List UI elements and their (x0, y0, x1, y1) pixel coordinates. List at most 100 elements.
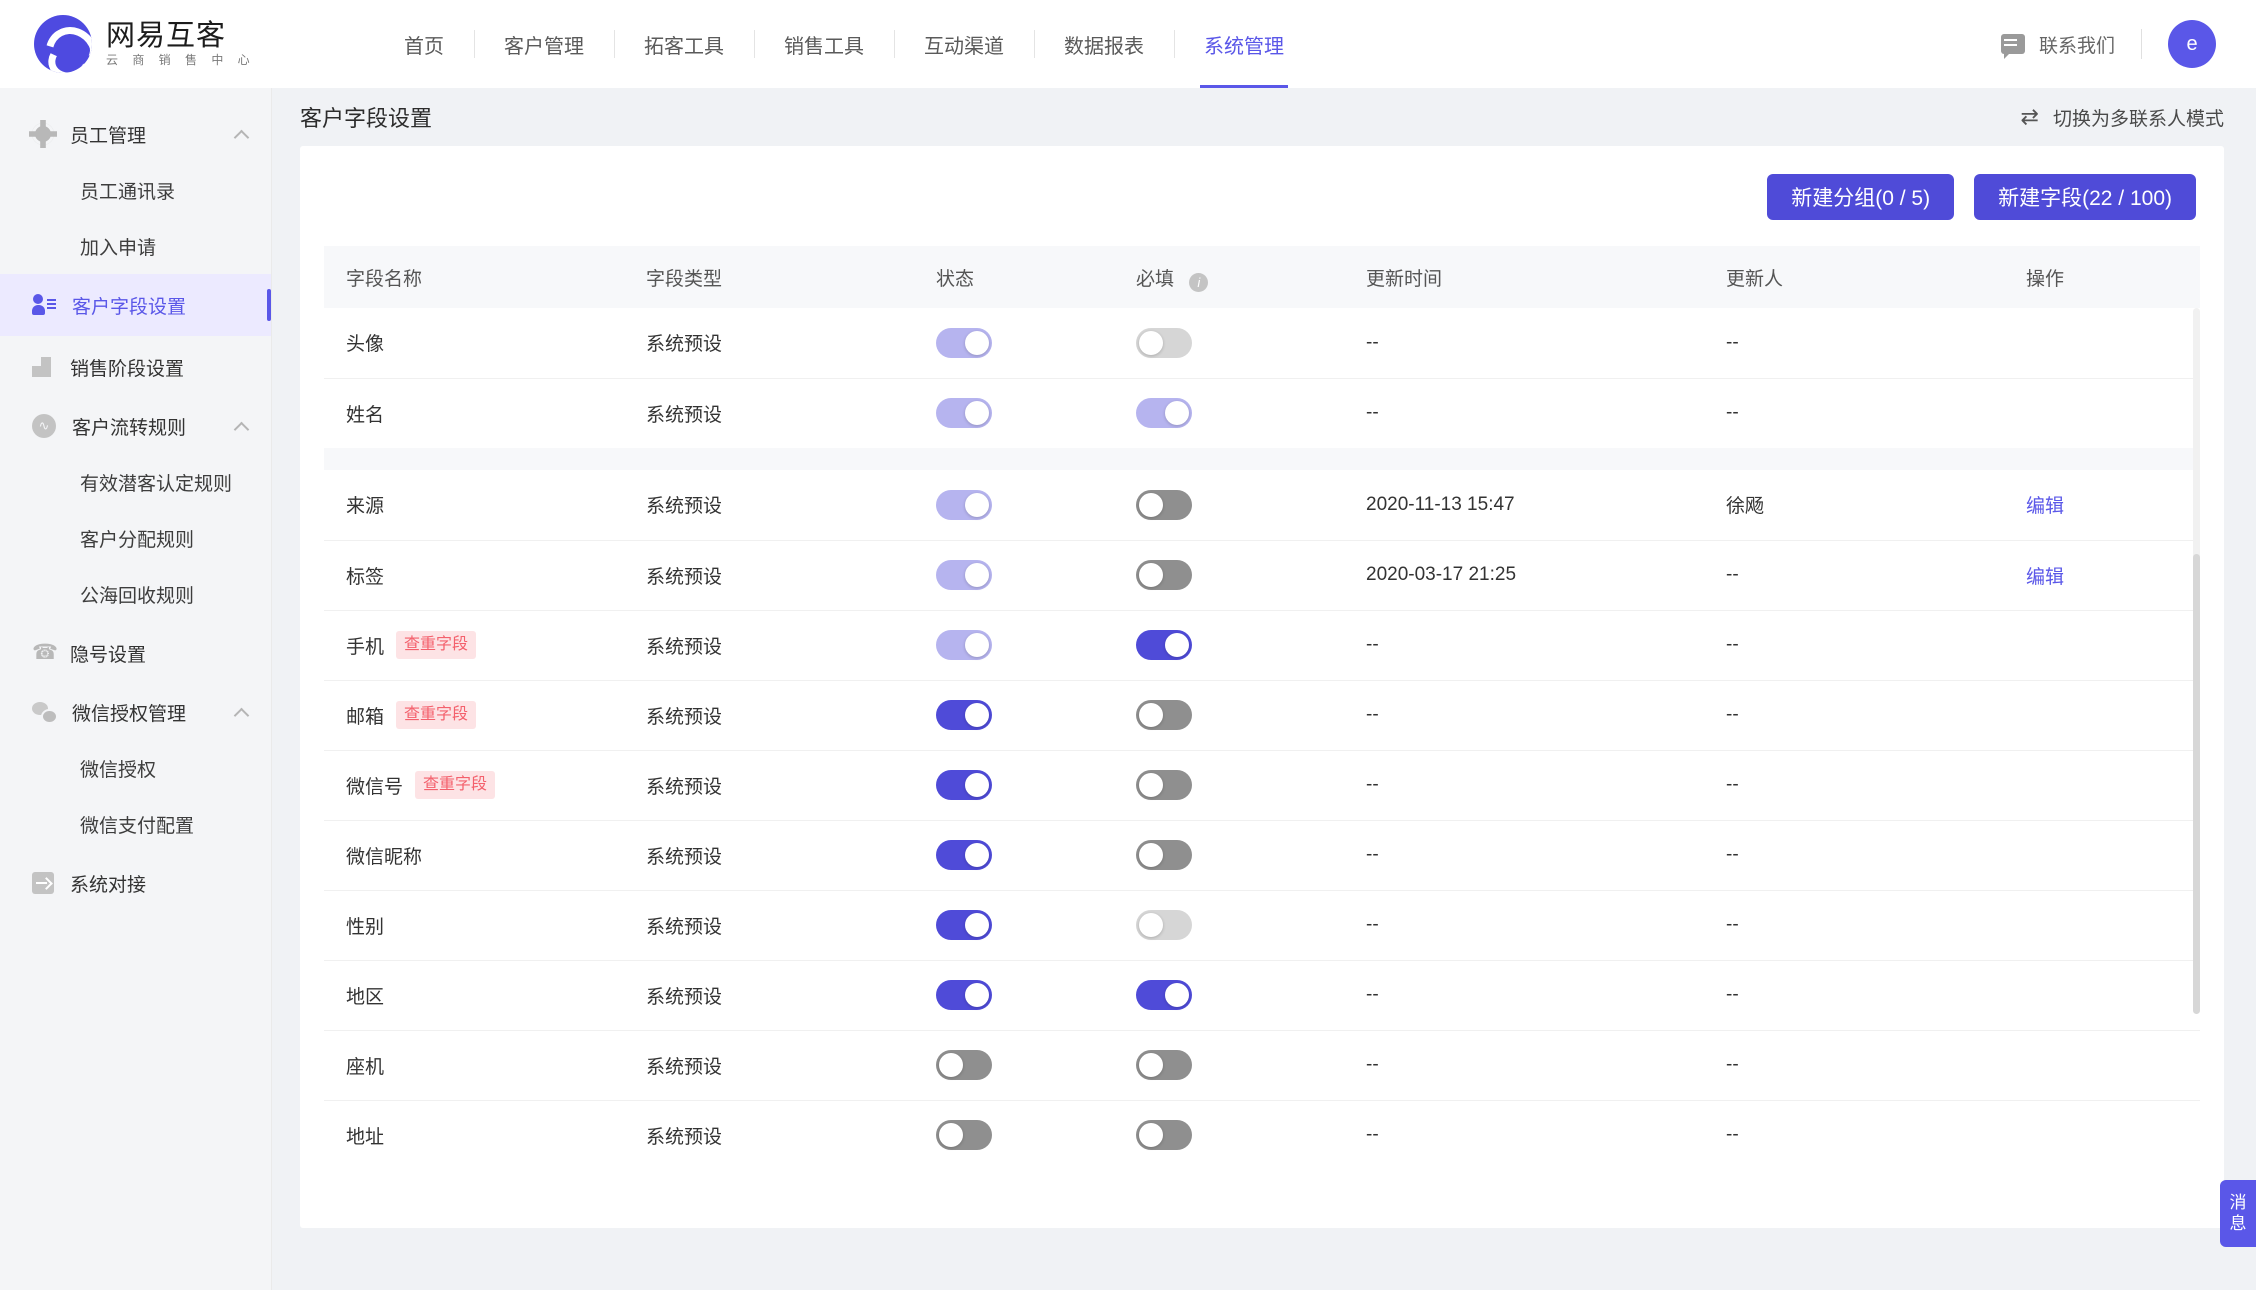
table-body: 头像系统预设----姓名系统预设----来源系统预设2020-11-13 15:… (324, 308, 2200, 1170)
sidebar-group-staff-management[interactable]: 员工管理 (0, 106, 271, 162)
toggle-knob (965, 843, 989, 867)
cell-required (1114, 308, 1344, 378)
col-updated-by: 更新人 (1704, 246, 2004, 308)
new-group-button[interactable]: 新建分组(0 / 5) (1767, 174, 1954, 220)
toggle-on[interactable] (936, 840, 992, 870)
nav-item-acquisition-tools[interactable]: 拓客工具 (614, 0, 754, 88)
col-required-label: 必填 (1136, 269, 1174, 290)
toggle-off[interactable] (936, 1050, 992, 1080)
toggle-knob (965, 401, 989, 425)
cell-field-name: 微信号查重字段 (324, 750, 624, 820)
toggle-off[interactable] (1136, 490, 1192, 520)
toggle-knob (965, 633, 989, 657)
contact-us-button[interactable]: 联系我们 (2001, 31, 2141, 58)
dedupe-badge: 查重字段 (396, 631, 476, 658)
sidebar-item-wechat-auth[interactable]: 微信授权 (0, 740, 271, 796)
cell-status (914, 680, 1114, 750)
toggle-knob (965, 331, 989, 355)
toggle-knob (965, 913, 989, 937)
toggle-on[interactable] (936, 770, 992, 800)
col-field-name: 字段名称 (324, 246, 624, 308)
nav-item-system-management[interactable]: 系统管理 (1174, 0, 1314, 88)
sidebar-group-customer-flow-rules[interactable]: ∿ 客户流转规则 (0, 398, 271, 454)
toggle-off[interactable] (1136, 700, 1192, 730)
sidebar-item-valid-lead-rule[interactable]: 有效潜客认定规则 (0, 454, 271, 510)
toggle-on[interactable] (936, 700, 992, 730)
toggle-on[interactable] (1136, 980, 1192, 1010)
toggle-knob (939, 1053, 963, 1077)
edit-link[interactable]: 编辑 (2026, 567, 2064, 588)
cell-updated-by: -- (1704, 960, 2004, 1030)
sidebar-item-sales-stage-settings[interactable]: 销售阶段设置 (0, 336, 271, 398)
table-scrollbar[interactable] (2193, 308, 2200, 1008)
chevron-up-icon (234, 129, 250, 145)
avatar[interactable]: e (2168, 20, 2216, 68)
toggle-off[interactable] (1136, 1050, 1192, 1080)
nav-item-home[interactable]: 首页 (374, 0, 474, 88)
toggle-on-locked[interactable] (936, 398, 992, 428)
toggle-on-locked[interactable] (936, 560, 992, 590)
toggle-on-locked[interactable] (936, 328, 992, 358)
bar-chart-icon (32, 357, 54, 377)
sidebar-item-wechat-pay-config[interactable]: 微信支付配置 (0, 796, 271, 852)
cell-actions: 编辑 (2004, 540, 2200, 610)
field-name-text: 标签 (346, 562, 384, 589)
new-field-button[interactable]: 新建字段(22 / 100) (1974, 174, 2196, 220)
cell-field-name: 头像 (324, 308, 624, 378)
table-row: 微信号查重字段系统预设---- (324, 750, 2200, 820)
toggle-on[interactable] (936, 910, 992, 940)
cell-field-type: 系统预设 (624, 890, 914, 960)
sidebar-item-public-pool-recycle-rule[interactable]: 公海回收规则 (0, 566, 271, 622)
cell-field-name: 姓名 (324, 378, 624, 448)
cell-actions (2004, 308, 2200, 378)
toggle-off[interactable] (1136, 840, 1192, 870)
col-update-time: 更新时间 (1344, 246, 1704, 308)
field-name-text: 座机 (346, 1052, 384, 1079)
separator-cell (324, 448, 2200, 470)
nav-item-data-reports[interactable]: 数据报表 (1034, 0, 1174, 88)
message-tab-button[interactable]: 消息 (2220, 1180, 2256, 1247)
toggle-on-locked[interactable] (936, 630, 992, 660)
cell-status (914, 820, 1114, 890)
cell-updated-by: -- (1704, 540, 2004, 610)
table-scrollbar-thumb[interactable] (2193, 554, 2200, 1014)
brand-logo[interactable]: 网易互客 云 商 销 售 中 心 (0, 15, 272, 73)
nav-item-customer-management[interactable]: 客户管理 (474, 0, 614, 88)
toggle-on-locked[interactable] (936, 490, 992, 520)
nav-item-interactive-channels[interactable]: 互动渠道 (894, 0, 1034, 88)
toggle-knob (965, 703, 989, 727)
toggle-off[interactable] (1136, 1120, 1192, 1150)
toggle-off-light[interactable] (1136, 328, 1192, 358)
sidebar-item-staff-directory[interactable]: 员工通讯录 (0, 162, 271, 218)
sidebar-item-system-integration[interactable]: 系统对接 (0, 852, 271, 914)
switch-multi-contact-mode-button[interactable]: ⇄ 切换为多联系人模式 (2021, 104, 2224, 131)
header-divider (2141, 29, 2142, 59)
cell-status (914, 750, 1114, 820)
edit-link[interactable]: 编辑 (2026, 496, 2064, 517)
info-icon[interactable]: i (1189, 273, 1208, 292)
field-name-text: 微信昵称 (346, 842, 422, 869)
toggle-on[interactable] (936, 980, 992, 1010)
sidebar-item-label: 客户字段设置 (72, 292, 186, 319)
cell-status (914, 890, 1114, 960)
toggle-off[interactable] (1136, 560, 1192, 590)
cell-required (1114, 890, 1344, 960)
toggle-off-light[interactable] (1136, 910, 1192, 940)
cell-updated-by: -- (1704, 680, 2004, 750)
cell-actions (2004, 750, 2200, 820)
table-row: 微信昵称系统预设---- (324, 820, 2200, 890)
table-row: 标签系统预设2020-03-17 21:25--编辑 (324, 540, 2200, 610)
toggle-off[interactable] (936, 1120, 992, 1150)
toggle-on[interactable] (1136, 630, 1192, 660)
toggle-on-locked[interactable] (1136, 398, 1192, 428)
nav-item-sales-tools[interactable]: 销售工具 (754, 0, 894, 88)
contact-us-label: 联系我们 (2039, 31, 2115, 58)
sidebar-group-wechat-authorization[interactable]: 微信授权管理 (0, 684, 271, 740)
sidebar-item-join-requests[interactable]: 加入申请 (0, 218, 271, 274)
sidebar-item-customer-field-settings[interactable]: 客户字段设置 (0, 274, 271, 336)
sidebar-item-customer-assignment-rule[interactable]: 客户分配规则 (0, 510, 271, 566)
cell-updated-by: 徐飏 (1704, 470, 2004, 540)
toggle-off[interactable] (1136, 770, 1192, 800)
sidebar-item-number-masking-settings[interactable]: ☎ 隐号设置 (0, 622, 271, 684)
toggle-knob (1139, 843, 1163, 867)
